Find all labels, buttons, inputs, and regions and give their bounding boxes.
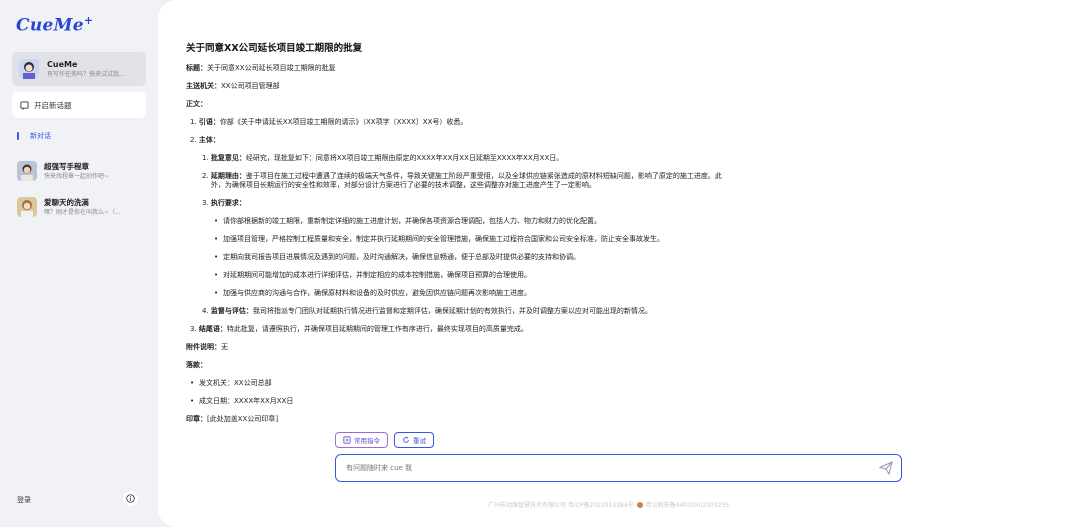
doc-bullet: 对延期期间可能增加的成本进行详细评估，并制定相应的成本控制措施，确保项目预算的合… bbox=[186, 271, 734, 280]
conversation-item[interactable]: 爱聊天的洗滴 嘿？刚才是你在叫我么~（... bbox=[17, 195, 149, 219]
new-chat-icon bbox=[20, 100, 29, 110]
info-icon bbox=[126, 494, 135, 503]
bot-card[interactable]: CueMe 有写作任务吗？快来试试我... bbox=[12, 52, 146, 86]
app-logo[interactable]: CueMe+ bbox=[16, 14, 93, 36]
common-commands-button[interactable]: 常用指令 bbox=[335, 432, 388, 448]
doc-line: 2. 延期理由：鉴于项目在施工过程中遭遇了连续的极端天气条件，导致关键施工阶段严… bbox=[202, 172, 722, 189]
response-toolbar: 常用指令 重试 bbox=[335, 432, 434, 448]
conversation-item-active[interactable]: 新对话 bbox=[17, 131, 51, 141]
doc-line: 3. 结尾语：特此批复，请遵照执行，并确保项目延期期间的管理工作有序进行，最终实… bbox=[190, 325, 528, 333]
chat-input-box bbox=[335, 454, 902, 482]
info-button[interactable] bbox=[123, 491, 138, 506]
conversation-title: 超强写手程章 bbox=[44, 161, 89, 171]
doc-line: 印章：[此处加盖XX公司印章] bbox=[186, 415, 279, 423]
doc-bullet: 加强与供应商的沟通与合作，确保原材料和设备的及时供应，避免因供应链问题再次影响施… bbox=[186, 289, 734, 298]
conversation-label: 新对话 bbox=[30, 132, 51, 140]
chat-input[interactable] bbox=[346, 464, 866, 472]
doc-line: 正文： bbox=[186, 100, 207, 108]
conversation-item[interactable]: 超强写手程章 快来找程章一起创作吧~ bbox=[17, 159, 149, 183]
doc-line: 主送机关：XX公司项目管理部 bbox=[186, 82, 280, 90]
send-icon[interactable] bbox=[879, 461, 893, 475]
new-chat-button[interactable]: 开启新话题 bbox=[12, 92, 146, 118]
doc-line: 1. 批复意见：经研究，现批复如下：同意将XX项目竣工期限由原定的XXXX年XX… bbox=[202, 154, 564, 162]
chat-avatar bbox=[17, 197, 37, 217]
police-text[interactable]: 粤公网安备44010502003255 bbox=[646, 500, 729, 509]
document-title: 关于同意XX公司延长项目竣工期限的批复 bbox=[186, 43, 363, 54]
police-badge-icon bbox=[636, 501, 643, 508]
conversation-title: 爱聊天的洗滴 bbox=[44, 197, 89, 207]
footer: 广州市动维智慧技术有限公司 粤ICP备2022013384号 粤公网安备4401… bbox=[488, 500, 729, 509]
writer-avatar bbox=[17, 161, 37, 181]
command-icon bbox=[343, 436, 351, 444]
login-link[interactable]: 登录 bbox=[17, 495, 31, 505]
doc-bullet: 加强项目管理，严格控制工程质量和安全，制定并执行延期期间的安全管理措施，确保施工… bbox=[186, 235, 734, 244]
common-commands-label: 常用指令 bbox=[354, 437, 380, 445]
doc-line: 3. 执行要求： bbox=[202, 199, 246, 207]
retry-label: 重试 bbox=[413, 437, 426, 445]
doc-line: 2. 主体： bbox=[190, 136, 220, 144]
active-indicator bbox=[17, 132, 19, 140]
bot-avatar bbox=[19, 59, 39, 79]
document-response: 关于同意XX公司延长项目竣工期限的批复 标题：关于同意XX公司延长项目竣工期限的… bbox=[178, 28, 744, 426]
doc-bullet: 定期向我司报告项目进展情况及遇到的问题，及时沟通解决，确保信息畅通，便于总部及时… bbox=[186, 253, 734, 262]
doc-line: 标题：关于同意XX公司延长项目竣工期限的批复 bbox=[186, 64, 336, 72]
doc-line: 4. 监督与评估：我司将指派专门团队对延期执行情况进行监督和定期评估，确保延期计… bbox=[202, 307, 652, 315]
doc-bullet: 发文机关：XX公司总部 bbox=[186, 379, 734, 388]
new-chat-label: 开启新话题 bbox=[34, 100, 72, 110]
bot-name: CueMe bbox=[47, 59, 78, 69]
bot-subtitle: 有写作任务吗？快来试试我... bbox=[47, 70, 125, 78]
sidebar: CueMe+ CueMe 有写作任务吗？快来试试我... 开启新话题 新对话 超… bbox=[0, 0, 158, 527]
icp-text[interactable]: 广州市动维智慧技术有限公司 粤ICP备2022013384号 bbox=[488, 500, 634, 509]
doc-line: 落款： bbox=[186, 361, 207, 369]
refresh-icon bbox=[403, 436, 409, 443]
doc-line: 1. 引语：你部《关于申请延长XX项目竣工期限的请示》（XX项字〔XXXX〕XX… bbox=[190, 118, 468, 126]
retry-button[interactable]: 重试 bbox=[394, 432, 434, 448]
doc-line: 附件说明：无 bbox=[186, 343, 228, 351]
doc-bullet: 成文日期：XXXX年XX月XX日 bbox=[186, 397, 734, 406]
doc-bullet: 请你部根据新的竣工期限，重新制定详细的施工进度计划，并确保各项资源合理调配，包括… bbox=[186, 217, 734, 226]
conversation-subtitle: 嘿？刚才是你在叫我么~（... bbox=[44, 208, 121, 216]
conversation-subtitle: 快来找程章一起创作吧~ bbox=[44, 172, 110, 180]
